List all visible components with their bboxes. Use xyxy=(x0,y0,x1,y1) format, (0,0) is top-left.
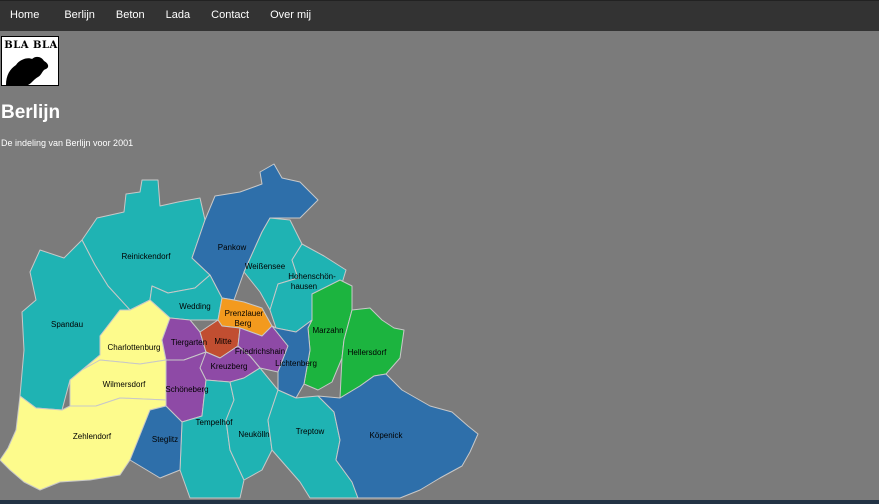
page-subtitle: De indeling van Berlijn voor 2001 xyxy=(1,138,134,148)
nav-menu: Home Berlijn Beton Lada Contact Over mij xyxy=(0,1,879,30)
label-prenzlauer-berg-1: Prenzlauer xyxy=(225,309,264,318)
nav-contact[interactable]: Contact xyxy=(201,1,260,30)
label-weissensee: Weißensee xyxy=(245,262,286,271)
logo-text: BLA BLA xyxy=(4,40,58,51)
dog-silhouette-icon xyxy=(6,56,49,85)
label-steglitz: Steglitz xyxy=(152,435,178,444)
page-title: Berlijn xyxy=(1,102,61,123)
label-hohenschoenhausen-2: hausen xyxy=(291,282,317,291)
top-navbar: Home Berlijn Beton Lada Contact Over mij xyxy=(0,0,879,31)
label-hellersdorf: Hellersdorf xyxy=(348,348,387,357)
label-mitte: Mitte xyxy=(214,337,232,346)
label-friedrichshain: Friedrichshain xyxy=(235,347,285,356)
label-treptow: Treptow xyxy=(296,427,325,436)
label-pankow: Pankow xyxy=(218,243,247,252)
label-wedding: Wedding xyxy=(179,302,210,311)
label-koepenick: Köpenick xyxy=(370,431,404,440)
label-tiergarten: Tiergarten xyxy=(171,338,207,347)
bottom-bar xyxy=(0,500,879,504)
nav-berlijn[interactable]: Berlijn xyxy=(54,1,106,30)
label-kreuzberg: Kreuzberg xyxy=(211,362,248,371)
nav-lada[interactable]: Lada xyxy=(156,1,201,30)
berlin-district-map: Reinickendorf Pankow Weißensee Hohenschö… xyxy=(0,163,479,499)
label-prenzlauer-berg-2: Berg xyxy=(235,319,252,328)
nav-beton[interactable]: Beton xyxy=(106,1,156,30)
label-marzahn: Marzahn xyxy=(312,326,343,335)
label-lichtenberg: Lichtenberg xyxy=(275,359,317,368)
label-wilmersdorf: Wilmersdorf xyxy=(103,380,146,389)
label-zehlendorf: Zehlendorf xyxy=(73,432,112,441)
label-tempelhof: Tempelhof xyxy=(196,418,234,427)
nav-home[interactable]: Home xyxy=(0,1,50,30)
label-spandau: Spandau xyxy=(51,320,83,329)
nav-over-mij[interactable]: Over mij xyxy=(260,1,322,30)
label-neukoelln: Neukölln xyxy=(238,430,269,439)
label-reinickendorf: Reinickendorf xyxy=(122,252,172,261)
label-schoeneberg: Schöneberg xyxy=(165,385,208,394)
label-hohenschoenhausen-1: Hohenschön- xyxy=(288,272,336,281)
site-logo[interactable]: BLA BLA xyxy=(1,36,59,86)
label-charlottenburg: Charlottenburg xyxy=(108,343,161,352)
